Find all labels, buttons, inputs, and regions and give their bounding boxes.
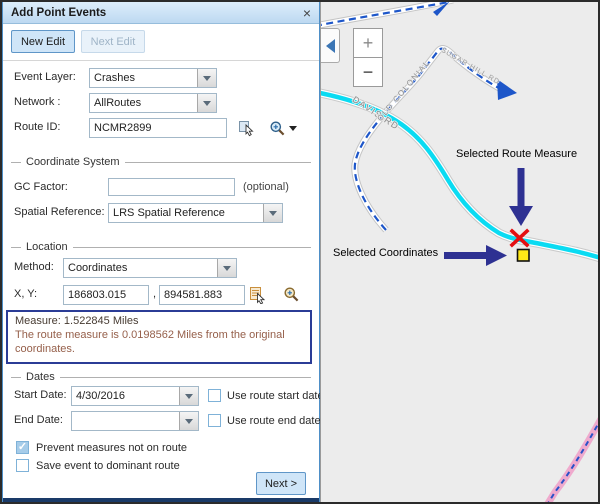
save-dominant-checkbox[interactable] <box>16 459 29 472</box>
zoom-in-button[interactable]: + <box>353 28 383 58</box>
pick-coordinates-icon[interactable] <box>249 286 267 304</box>
coordinate-system-section-header: Coordinate System <box>11 155 311 169</box>
chevron-down-icon <box>185 394 193 399</box>
zoom-to-route-button[interactable] <box>269 119 297 137</box>
gc-factor-label: GC Factor: <box>14 181 68 193</box>
spatial-reference-label: Spatial Reference: <box>14 206 105 218</box>
coordinates-arrow <box>444 245 507 266</box>
coordinates-marker <box>518 250 530 262</box>
route-id-label: Route ID: <box>14 121 60 133</box>
network-row: Network : AllRoutes <box>3 93 319 113</box>
start-date-value: 4/30/2016 <box>72 387 179 405</box>
panel-title: Add Point Events <box>11 7 106 19</box>
use-route-start-date-checkbox[interactable] <box>208 389 221 402</box>
network-value: AllRoutes <box>90 94 197 112</box>
event-layer-select[interactable]: Crashes <box>89 68 217 88</box>
method-dropdown-button[interactable] <box>217 259 236 277</box>
event-layer-value: Crashes <box>90 69 197 87</box>
end-date-dropdown-button[interactable] <box>179 412 198 430</box>
x-coordinate-input[interactable] <box>63 285 149 305</box>
save-dominant-label: Save event to dominant route <box>36 460 180 472</box>
zoom-out-button[interactable]: − <box>353 57 383 87</box>
method-select[interactable]: Coordinates <box>63 258 237 278</box>
use-route-start-date-label: Use route start date <box>227 390 324 402</box>
spatial-reference-value: LRS Spatial Reference <box>109 204 263 222</box>
method-value: Coordinates <box>64 259 217 277</box>
spatial-reference-dropdown-button[interactable] <box>263 204 282 222</box>
gc-factor-row: GC Factor: (optional) <box>3 178 319 198</box>
spatial-reference-row: Spatial Reference: LRS Spatial Reference <box>3 203 319 223</box>
coordinate-system-section-label: Coordinate System <box>21 156 125 168</box>
end-date-row: End Date: Use route end date <box>3 411 319 431</box>
next-edit-button[interactable]: Next Edit <box>81 30 145 53</box>
xy-label: X, Y: <box>14 288 37 300</box>
start-date-row: Start Date: 4/30/2016 Use route start da… <box>3 386 319 406</box>
chevron-down-icon <box>223 266 231 271</box>
prevent-measures-label: Prevent measures not on route <box>36 442 187 454</box>
measure-info-box: Measure: 1.522845 Miles The route measur… <box>6 310 312 364</box>
location-section-header: Location <box>11 240 311 254</box>
network-dropdown-button[interactable] <box>197 94 216 112</box>
spatial-reference-select[interactable]: LRS Spatial Reference <box>108 203 283 223</box>
panel-collapse-tab[interactable] <box>321 28 340 63</box>
chevron-down-icon <box>185 419 193 424</box>
collapse-arrow-icon <box>326 39 335 53</box>
start-date-select[interactable]: 4/30/2016 <box>71 386 199 406</box>
y-coordinate-input[interactable] <box>159 285 245 305</box>
chevron-down-icon <box>203 76 211 81</box>
xy-separator: , <box>153 288 156 300</box>
selected-coordinates-label: Selected Coordinates <box>333 247 438 259</box>
measure-offset-text: The route measure is 0.0198562 Miles fro… <box>15 329 303 357</box>
xy-row: X, Y: , <box>3 285 319 305</box>
chevron-down-icon <box>203 101 211 106</box>
event-layer-row: Event Layer: Crashes <box>3 68 319 88</box>
panel-bottom-strip <box>3 498 319 502</box>
prevent-measures-checkbox[interactable]: ✓ <box>16 441 29 454</box>
magnifier-plus-icon <box>269 120 286 137</box>
end-date-select[interactable] <box>71 411 199 431</box>
route-highlight-davis <box>321 92 598 260</box>
chevron-down-icon <box>289 126 297 131</box>
method-row: Method: Coordinates <box>3 258 319 278</box>
dates-section-label: Dates <box>21 371 60 383</box>
chevron-down-icon <box>269 211 277 216</box>
road-top <box>321 2 453 26</box>
next-button[interactable]: Next > <box>256 472 306 495</box>
event-layer-label: Event Layer: <box>14 71 76 83</box>
start-date-label: Start Date: <box>14 389 67 401</box>
panel-header: Add Point Events × <box>3 2 319 24</box>
zoom-to-coordinates-button[interactable] <box>283 286 301 304</box>
new-edit-button[interactable]: New Edit <box>11 30 75 53</box>
start-date-dropdown-button[interactable] <box>179 387 198 405</box>
end-date-label: End Date: <box>14 414 63 426</box>
app-window: Add Point Events × New Edit Next Edit Ev… <box>0 0 600 504</box>
end-date-value <box>72 412 179 430</box>
close-icon[interactable]: × <box>303 6 311 20</box>
divider <box>3 60 319 61</box>
gc-factor-input[interactable] <box>108 178 235 196</box>
event-layer-dropdown-button[interactable] <box>197 69 216 87</box>
measure-value-text: Measure: 1.522845 Miles <box>15 315 303 327</box>
add-point-events-panel: Add Point Events × New Edit Next Edit Ev… <box>2 2 320 502</box>
use-route-end-date-label: Use route end date <box>227 415 321 427</box>
map-canvas[interactable]: DAVIS RD OLD COLONIAL SUGAR HILL RD Sele… <box>320 2 598 502</box>
use-route-end-date-checkbox[interactable] <box>208 414 221 427</box>
prevent-measures-row: ✓ Prevent measures not on route <box>3 440 319 460</box>
network-select[interactable]: AllRoutes <box>89 93 217 113</box>
selected-route-measure-label: Selected Route Measure <box>456 148 577 160</box>
route-id-row: Route ID: <box>3 118 319 138</box>
location-section-label: Location <box>21 241 73 253</box>
gc-factor-hint: (optional) <box>243 181 289 193</box>
select-route-on-map-icon[interactable] <box>238 119 256 137</box>
method-label: Method: <box>14 261 54 273</box>
road-bottom-right <box>547 410 598 502</box>
network-label: Network : <box>14 96 60 108</box>
route-measure-arrow <box>509 168 533 226</box>
route-id-input[interactable] <box>89 118 227 138</box>
dates-section-header: Dates <box>11 370 311 384</box>
